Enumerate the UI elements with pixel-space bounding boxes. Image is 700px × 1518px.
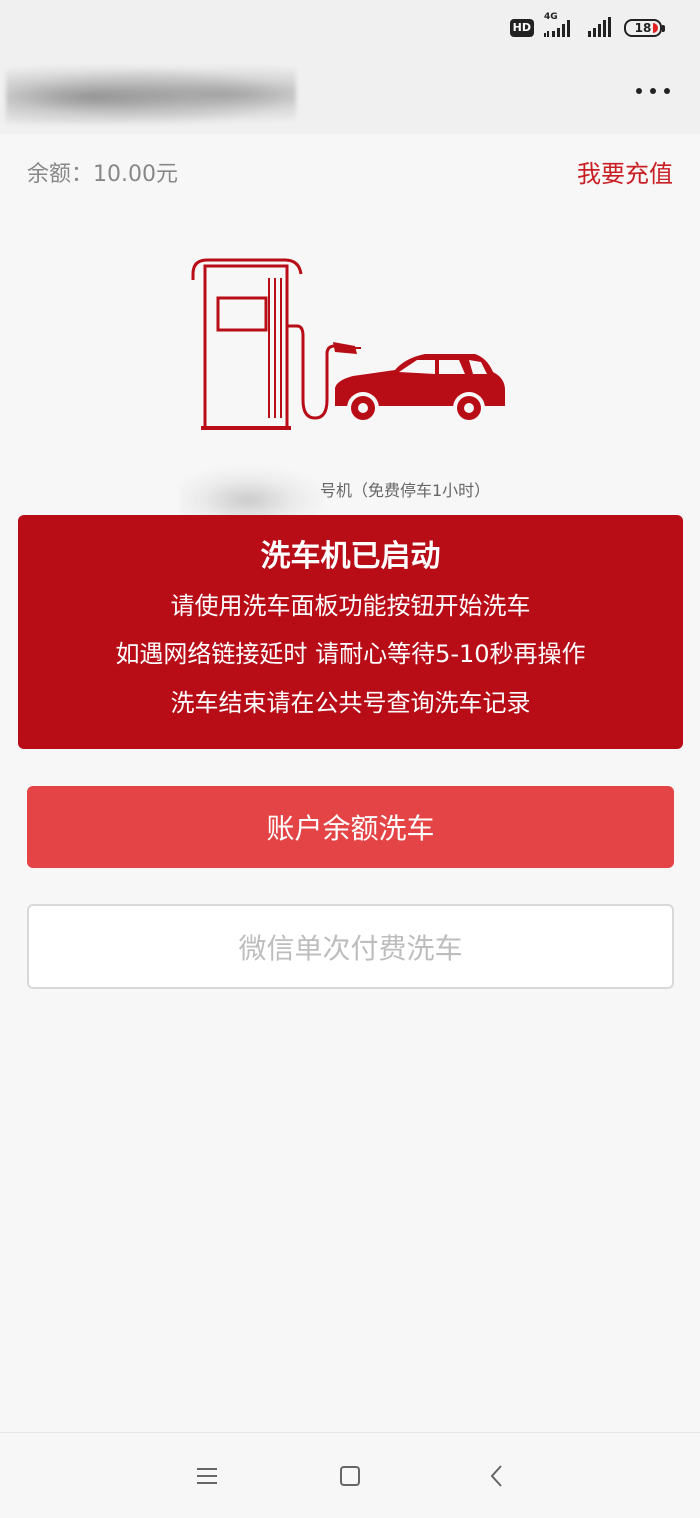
more-icon[interactable] (636, 86, 670, 96)
status-icons: HD 4G 18 (509, 13, 665, 40)
machine-label-row: 号机（免费停车1小时） (0, 465, 700, 535)
network-type-label: 4G (544, 12, 558, 22)
balance-row: 余额：10.00元 我要充值 (0, 134, 700, 208)
notice-line: 洗车结束请在公共号查询洗车记录 (170, 689, 531, 717)
balance-wash-button[interactable]: 账户余额洗车 (27, 786, 674, 868)
home-icon[interactable] (335, 1461, 365, 1491)
wash-started-notice: 洗车机已启动 请使用洗车面板功能按钮开始洗车 如遇网络链接延时 请耐心等待5-1… (18, 515, 683, 749)
menu-icon[interactable] (192, 1461, 222, 1491)
status-bar: HD 4G 18 (0, 0, 700, 56)
battery-level: 18 (634, 21, 652, 35)
hd-icon: HD (509, 19, 534, 37)
notice-title: 洗车机已启动 (260, 539, 441, 574)
system-navigation-bar (0, 1432, 700, 1518)
blurred-page-title (6, 64, 296, 124)
recharge-link[interactable]: 我要充值 (577, 154, 673, 189)
machine-label: 号机（免费停车1小时） (320, 481, 491, 500)
car-wash-machine-icon (185, 250, 515, 440)
wechat-wash-button[interactable]: 微信单次付费洗车 (27, 904, 674, 989)
nav-bar (0, 56, 700, 134)
battery-icon: 18 (624, 19, 665, 37)
signal-icon-secondary (584, 17, 614, 39)
notice-line: 请使用洗车面板功能按钮开始洗车 (170, 592, 531, 620)
notice-line: 如遇网络链接延时 请耐心等待5-10秒再操作 (115, 640, 586, 668)
battery-low-indicator (653, 23, 658, 33)
signal-icon: 4G (544, 13, 574, 39)
balance-text: 余额：10.00元 (27, 162, 178, 187)
back-icon[interactable] (482, 1461, 512, 1491)
